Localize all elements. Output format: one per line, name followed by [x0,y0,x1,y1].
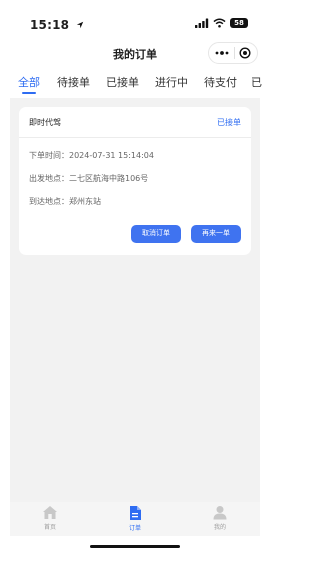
tabbar-orders-label: 订单 [128,525,141,532]
order-card[interactable]: 即时代驾 已接单 下单时间：2024-07-31 15:14:04 出发地点：二… [19,107,251,255]
destination-row: 到达地点：郑州东站 [29,196,101,207]
tab-accepted[interactable]: 已接单 [106,74,139,90]
order-list: 即时代驾 已接单 下单时间：2024-07-31 15:14:04 出发地点：二… [10,98,260,502]
order-time-value: 2024-07-31 15:14:04 [69,151,154,160]
order-status-badge: 已接单 [217,118,241,127]
tab-in-progress[interactable]: 进行中 [155,74,188,90]
capsule-divider [233,47,235,59]
time-text: 15:18 [30,18,70,32]
home-icon [43,506,57,519]
wifi-icon [213,18,226,28]
more-icon[interactable] [215,50,229,56]
departure-row: 出发地点：二七区航海中路106号 [29,173,148,184]
bottom-tabbar: 首页 订单 我的 [10,502,260,536]
order-icon [130,506,141,520]
order-time-row: 下单时间：2024-07-31 15:14:04 [29,150,154,161]
tabbar-home[interactable]: 首页 [30,505,70,531]
status-time: 15:18 [30,18,84,32]
tab-all[interactable]: 全部 [18,74,40,90]
tab-unpaid[interactable]: 待支付 [204,74,237,90]
signal-icon [195,18,209,28]
tabbar-home-label: 首页 [43,524,56,531]
departure-label: 出发地点： [29,174,69,183]
tabbar-orders[interactable]: 订单 [115,505,155,532]
nav-bar: 我的订单 [0,40,270,70]
battery-icon: 58 [230,18,248,28]
destination-value: 郑州东站 [69,197,101,206]
cancel-order-button[interactable]: 取消订单 [131,225,181,243]
status-icons: 58 [195,18,248,28]
order-time-label: 下单时间： [29,151,69,160]
home-indicator [90,545,180,548]
profile-icon [213,506,227,520]
tabbar-profile-label: 我的 [213,524,226,531]
mini-program-capsule [208,42,258,64]
close-target-icon[interactable] [239,47,251,59]
active-tab-indicator [22,92,36,94]
reorder-button[interactable]: 再来一单 [191,225,241,243]
tab-pending[interactable]: 待接单 [57,74,90,90]
location-arrow-icon [76,21,83,29]
order-status-tabs: 全部 待接单 已接单 进行中 待支付 已 [0,70,270,98]
status-bar: 15:18 58 [0,0,270,40]
departure-value: 二七区航海中路106号 [69,174,149,183]
battery-level: 58 [234,19,244,27]
order-card-header: 即时代驾 已接单 [19,107,251,138]
tab-completed[interactable]: 已 [251,74,262,90]
destination-label: 到达地点： [29,197,69,206]
order-type: 即时代驾 [29,118,61,127]
tabbar-profile[interactable]: 我的 [200,505,240,531]
